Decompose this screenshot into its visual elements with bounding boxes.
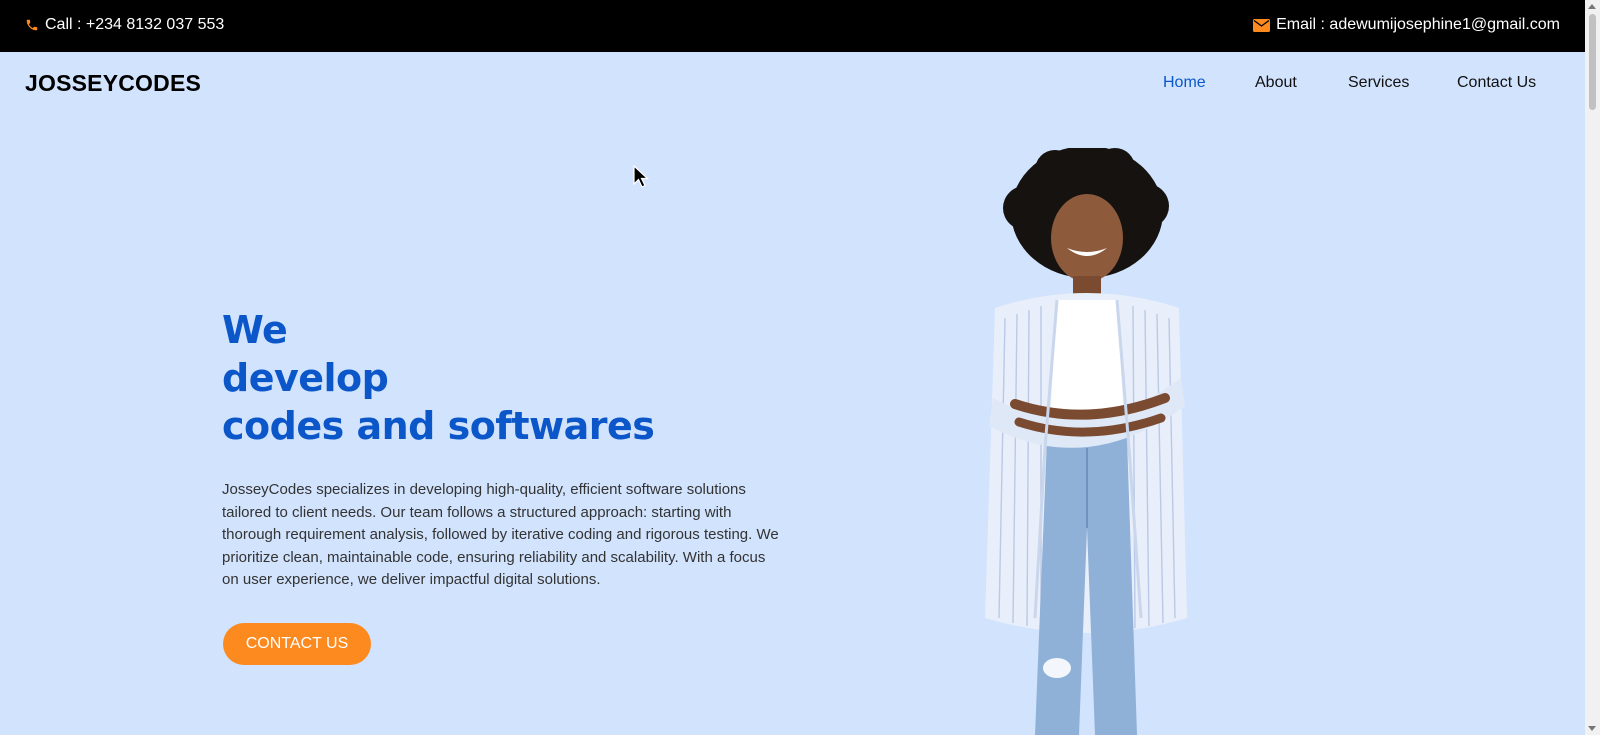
page-scrollbar[interactable] [1585,0,1600,735]
email-info[interactable]: Email : adewumijosephine1@gmail.com [1253,16,1560,34]
top-contact-bar: Call : +234 8132 037 553 Email : adewumi… [0,0,1585,52]
call-text: Call : +234 8132 037 553 [45,16,225,33]
hero-title-line: codes and softwares [222,404,655,448]
hero-person-image [975,146,1215,735]
scroll-up-arrow-icon[interactable] [1588,4,1596,9]
nav-about[interactable]: About [1255,74,1297,92]
call-info[interactable]: Call : +234 8132 037 553 [25,16,224,34]
envelope-icon [1253,18,1271,32]
hero-title-line: We [222,308,288,352]
contact-us-button[interactable]: CONTACT US [223,623,371,665]
nav-services[interactable]: Services [1348,74,1409,92]
scrollbar-thumb[interactable] [1589,14,1596,110]
hero-title: We develop codes and softwares [222,306,655,450]
email-text: Email : adewumijosephine1@gmail.com [1276,16,1560,33]
hero-description: JosseyCodes specializes in developing hi… [222,481,779,588]
hero-title-line: develop [222,356,389,400]
phone-icon [25,18,39,32]
nav-contact-us[interactable]: Contact Us [1457,74,1536,92]
nav-home[interactable]: Home [1163,74,1206,92]
mouse-cursor-icon [633,164,651,194]
main-nav: Home About Services Contact Us [0,74,1585,96]
scroll-down-arrow-icon[interactable] [1588,726,1596,731]
